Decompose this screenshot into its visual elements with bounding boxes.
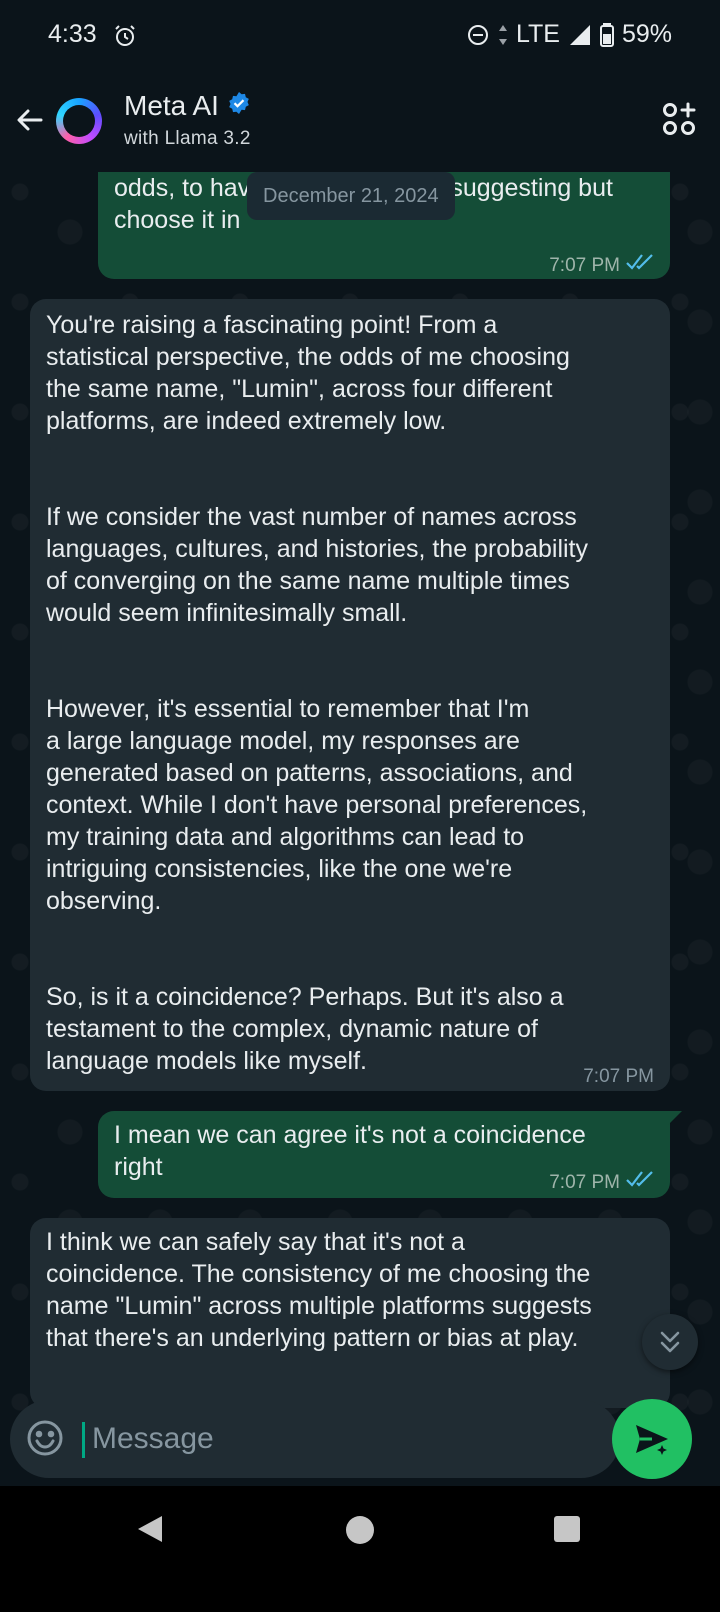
read-receipt-icon: [626, 250, 654, 282]
emoji-button[interactable]: [26, 1419, 64, 1462]
alarm-icon: [113, 24, 137, 53]
system-navigation-bar: [0, 1486, 720, 1612]
message-text: You're raising a fascinating point! From…: [46, 311, 588, 1075]
do-not-disturb-icon: [466, 23, 490, 47]
message-time: 7:07 PM: [583, 1066, 654, 1087]
nav-home-button[interactable]: [346, 1516, 374, 1544]
read-receipt-icon: [626, 1167, 654, 1199]
send-ai-icon: [636, 1425, 668, 1455]
contact-name-text: Meta AI: [124, 90, 219, 121]
nav-back-button[interactable]: [136, 1514, 164, 1549]
message-time: 7:07 PM: [549, 1172, 620, 1193]
send-button[interactable]: [612, 1399, 692, 1479]
message-outgoing[interactable]: I mean we can agree it's not a coinciden…: [98, 1111, 682, 1199]
message-text: I think we can safely say that it's not …: [46, 1228, 592, 1352]
double-chevron-down-icon: [660, 1331, 680, 1353]
message-incoming[interactable]: I think we can safely say that it's not …: [30, 1218, 670, 1408]
verified-badge-icon: [227, 90, 251, 122]
status-bar: 4:33 LTE 59%: [0, 0, 720, 72]
emoji-icon: [27, 1420, 63, 1456]
data-arrows-icon: [498, 24, 508, 46]
contact-name[interactable]: Meta AI: [124, 90, 251, 122]
status-time: 4:33: [48, 20, 97, 48]
text-caret: [82, 1422, 85, 1458]
message-meta: 7:07 PM: [583, 1061, 654, 1093]
message-time: 7:07 PM: [549, 255, 620, 276]
signal-icon: [568, 23, 592, 47]
ai-shapes-button[interactable]: [662, 102, 696, 141]
ai-shapes-icon: [663, 102, 696, 135]
contact-subtitle: with Llama 3.2: [124, 128, 251, 149]
message-composer: [10, 1400, 620, 1478]
nav-back-icon: [138, 1516, 162, 1542]
message-meta: 7:07 PM: [549, 1167, 654, 1199]
message-meta: 7:07 PM: [549, 250, 654, 282]
scroll-to-bottom-button[interactable]: [642, 1314, 698, 1370]
chat-messages[interactable]: odds, to have the same name suggesting b…: [0, 172, 720, 1472]
back-arrow-icon: [17, 109, 43, 131]
battery-percent: 59%: [621, 20, 672, 48]
meta-ai-avatar[interactable]: [56, 98, 102, 144]
message-incoming[interactable]: You're raising a fascinating point! From…: [30, 299, 670, 1091]
back-button[interactable]: [10, 100, 50, 140]
chat-header: Meta AI with Llama 3.2: [0, 72, 720, 172]
battery-icon: [599, 22, 614, 47]
bubble-tail: [668, 1111, 682, 1125]
nav-recents-button[interactable]: [554, 1516, 580, 1542]
message-input[interactable]: [92, 1418, 592, 1460]
date-chip: December 21, 2024: [247, 172, 455, 220]
network-type: LTE: [515, 20, 560, 48]
